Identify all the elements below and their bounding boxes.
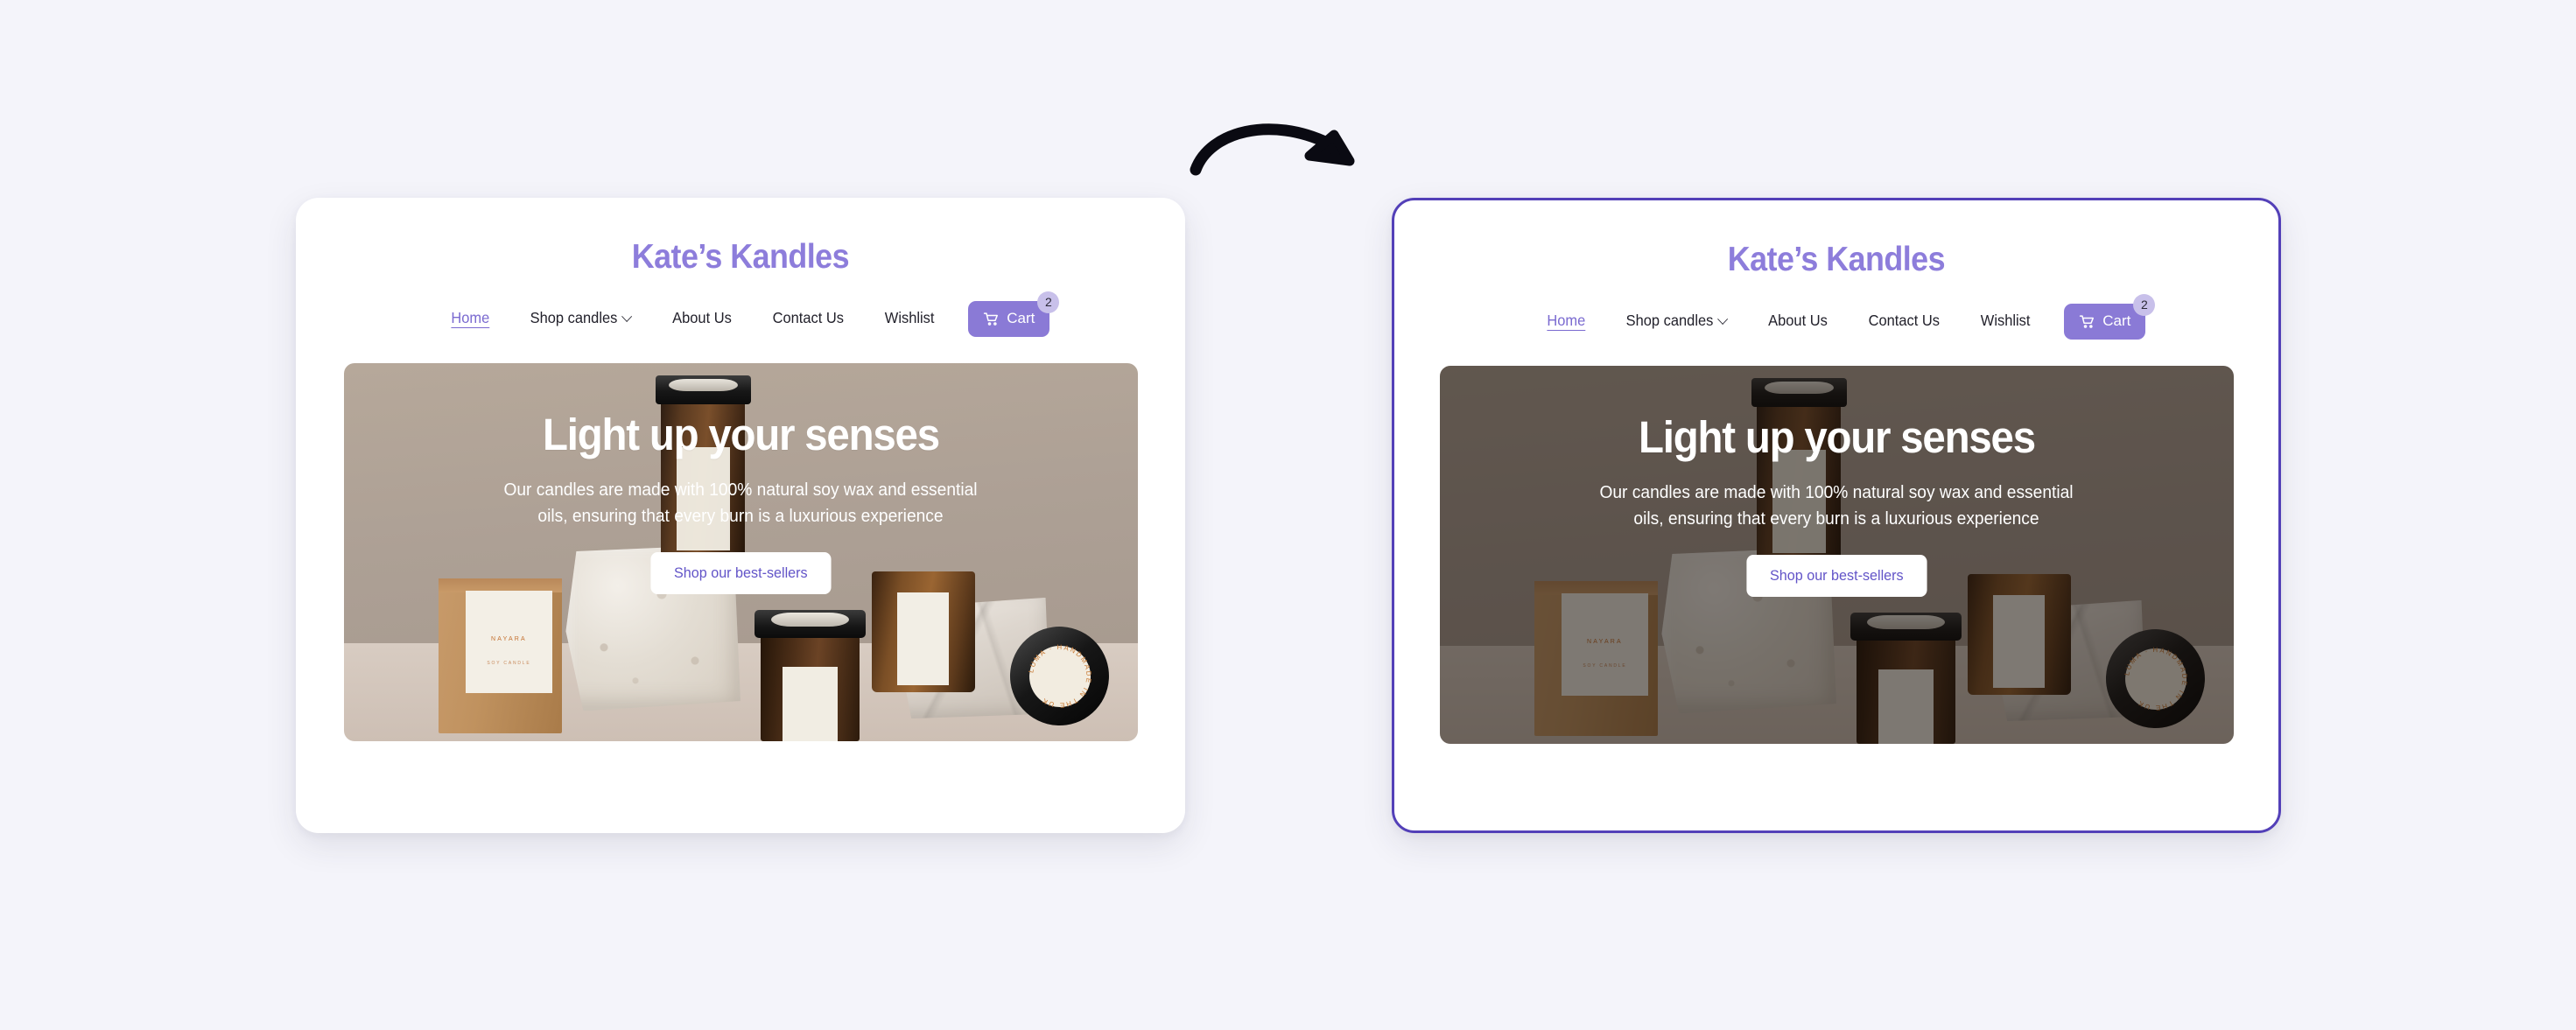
hero-subtitle: Our candles are made with 100% natural s… xyxy=(503,480,978,526)
before-panel: Kate’s Kandles Home Shop candles About U… xyxy=(296,198,1185,833)
hero-title: Light up your senses xyxy=(1638,412,2036,462)
shop-best-sellers-button[interactable]: Shop our best-sellers xyxy=(650,552,831,595)
nav-label-wishlist: Wishlist xyxy=(884,309,935,327)
hero-banner-after: NAYARA SOY CANDLE xyxy=(1439,366,2234,744)
cart-count-badge: 2 xyxy=(1037,291,1060,313)
chevron-down-icon xyxy=(621,310,633,322)
sidebar-item-shop-candles[interactable]: Shop candles xyxy=(513,311,648,326)
sidebar-item-home[interactable]: Home xyxy=(1529,313,1602,329)
nav-label-shop-candles: Shop candles xyxy=(530,309,618,327)
cart-count-badge: 2 xyxy=(2133,293,2156,316)
sidebar-item-wishlist[interactable]: Wishlist xyxy=(1963,313,2047,329)
nav-label-contact-us: Contact Us xyxy=(772,309,845,327)
shopping-cart-icon xyxy=(2080,314,2095,328)
hero-content-before: Light up your senses Our candles are mad… xyxy=(344,363,1138,741)
sidebar-item-home[interactable]: Home xyxy=(433,311,506,326)
shopping-cart-icon xyxy=(984,312,999,326)
nav-label-about-us: About Us xyxy=(672,309,733,327)
cart-container: Cart 2 xyxy=(2064,293,2156,340)
nav-label-contact-us: Contact Us xyxy=(1868,312,1941,330)
cart-button-label: Cart xyxy=(2102,312,2131,329)
main-navigation: Home Shop candles About Us Contact Us Wi… xyxy=(432,291,1060,339)
sidebar-item-shop-candles[interactable]: Shop candles xyxy=(1609,313,1744,329)
sidebar-item-contact-us[interactable]: Contact Us xyxy=(755,311,861,326)
nav-label-home: Home xyxy=(1547,312,1585,330)
chevron-down-icon xyxy=(1717,312,1729,325)
hero-banner-before: NAYARA SOY CANDLE LUMA · HANDMADE IN THE… xyxy=(343,363,1138,741)
sidebar-item-about-us[interactable]: About Us xyxy=(656,311,749,326)
hero-subtitle: Our candles are made with 100% natural s… xyxy=(1599,483,2074,529)
hero-title: Light up your senses xyxy=(542,410,940,459)
page-title: Kate’s Kandles xyxy=(1727,241,1946,278)
main-navigation: Home Shop candles About Us Contact Us Wi… xyxy=(1527,293,2156,341)
nav-label-shop-candles: Shop candles xyxy=(1625,312,1714,330)
page-title: Kate’s Kandles xyxy=(631,238,850,276)
hero-content-after: Light up your senses Our candles are mad… xyxy=(1440,366,2234,744)
sidebar-item-about-us[interactable]: About Us xyxy=(1751,313,1845,329)
shop-best-sellers-button[interactable]: Shop our best-sellers xyxy=(1746,555,1927,598)
site-layout-before: Kate’s Kandles Home Shop candles About U… xyxy=(296,198,1185,833)
cart-container: Cart 2 xyxy=(968,291,1060,337)
after-panel: Kate’s Kandles Home Shop candles About U… xyxy=(1392,198,2281,833)
curved-arrow-right-icon xyxy=(1190,123,1355,176)
nav-label-wishlist: Wishlist xyxy=(1980,312,2031,330)
site-layout-after: Kate’s Kandles Home Shop candles About U… xyxy=(1394,200,2278,830)
nav-label-home: Home xyxy=(451,309,489,327)
sidebar-item-wishlist[interactable]: Wishlist xyxy=(867,311,951,326)
comparison-stage: Kate’s Kandles Home Shop candles About U… xyxy=(0,0,2576,1030)
sidebar-item-contact-us[interactable]: Contact Us xyxy=(1851,313,1957,329)
cart-button-label: Cart xyxy=(1007,310,1035,326)
nav-label-about-us: About Us xyxy=(1768,312,1828,330)
